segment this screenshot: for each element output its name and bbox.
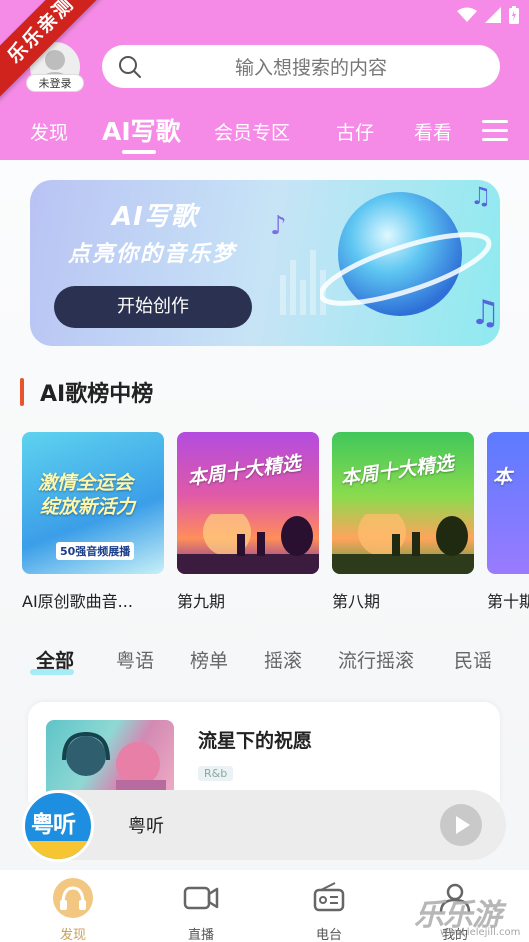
song-title: 流星下的祝愿 [198, 730, 313, 752]
tab-vip-zone[interactable]: 会员专区 [214, 118, 290, 145]
video-camera-icon [183, 886, 219, 910]
banner-subtitle: 点亮你的音乐梦 [68, 242, 237, 267]
nav-discover[interactable]: 发现 [38, 878, 108, 942]
player-logo[interactable]: 粤听 [22, 790, 94, 862]
banner-title: AI写歌 [112, 202, 198, 232]
cover-headline: 本周十大精选 [339, 452, 456, 490]
rank-card-cover: 激情全运会 绽放新活力 50强音频展播 [22, 432, 164, 574]
rank-card-list: 激情全运会 绽放新活力 50强音频展播 AI原创歌曲音... 本周十大精选 第九… [0, 432, 529, 622]
search-input[interactable]: 输入想搜索的内容 [102, 45, 500, 88]
svg-text:♫: ♫ [470, 184, 492, 210]
active-tab-indicator [122, 150, 156, 154]
genre-tab-all[interactable]: 全部 [36, 646, 74, 673]
section-accent-bar [20, 378, 24, 406]
mini-player[interactable]: 粤听 [22, 790, 506, 860]
wifi-icon [457, 7, 477, 22]
nav-label: 直播 [187, 928, 214, 942]
tab-watch[interactable]: 看看 [414, 118, 452, 145]
play-icon [456, 816, 470, 834]
cover-headline: 本周十大精选 [186, 452, 303, 490]
rank-card-name: 第八期 [332, 592, 381, 611]
rank-card[interactable]: 激情全运会 绽放新活力 50强音频展播 AI原创歌曲音... [22, 432, 164, 612]
radio-icon [313, 882, 345, 912]
menu-icon[interactable] [482, 118, 508, 142]
login-status-label: 未登录 [26, 74, 84, 92]
signal-icon [485, 7, 501, 23]
band-silhouette-icon [177, 514, 319, 574]
app-header: 未登录 输入想搜索的内容 发现 AI写歌 会员专区 古仔 看看 [0, 0, 529, 160]
genre-tabs: 全部 粤语 榜单 摇滚 流行摇滚 民谣 [0, 640, 529, 680]
tab-guzai[interactable]: 古仔 [336, 118, 374, 145]
cover-subline: 50强音频展播 [56, 542, 135, 560]
search-icon [119, 56, 141, 78]
nav-label: 电台 [315, 928, 342, 942]
rank-card-cover: 本 [487, 432, 529, 574]
genre-tab-cantonese[interactable]: 粤语 [116, 646, 154, 673]
song-card[interactable]: 流星下的祝愿 R&b [28, 702, 500, 802]
rank-section-title: AI歌榜中榜 [40, 382, 154, 407]
rank-card-name: 第十期 [487, 592, 529, 611]
genre-tab-charts[interactable]: 榜单 [190, 646, 228, 673]
band-silhouette-icon [332, 514, 474, 574]
rank-card[interactable]: 本周十大精选 第八期 [332, 432, 474, 612]
cover-headline-2: 绽放新活力 [40, 496, 136, 518]
start-creating-button[interactable]: 开始创作 [54, 286, 252, 328]
headphone-icon [60, 886, 86, 910]
top-tabs: 发现 AI写歌 会员专区 古仔 看看 [0, 110, 529, 156]
nav-radio[interactable]: 电台 [294, 878, 364, 942]
main-content: AI写歌 点亮你的音乐梦 开始创作 ♫ ♫ ♪ AI歌榜中榜 激情全运会 绽放新… [0, 160, 529, 802]
tab-ai-songwriting[interactable]: AI写歌 [102, 112, 181, 148]
nav-label: 发现 [59, 928, 86, 942]
genre-tab-folk[interactable]: 民谣 [454, 646, 492, 673]
rank-card-name: 第九期 [177, 592, 226, 611]
cover-headline: 激情全运会 [38, 472, 134, 494]
nav-live[interactable]: 直播 [166, 878, 236, 942]
genre-tab-rock[interactable]: 摇滚 [264, 646, 302, 673]
rank-card-cover: 本周十大精选 [332, 432, 474, 574]
music-note-icon: ♪ [270, 211, 287, 240]
rank-card-name: AI原创歌曲音... [22, 592, 133, 611]
svg-text:♪: ♪ [270, 211, 287, 240]
tab-discover[interactable]: 发现 [30, 118, 68, 145]
rank-card[interactable]: 本周十大精选 第九期 [177, 432, 319, 612]
svg-text:♫: ♫ [470, 293, 500, 333]
song-genre-tag: R&b [198, 766, 234, 781]
play-button[interactable] [440, 804, 482, 846]
ai-songwriting-banner[interactable]: AI写歌 点亮你的音乐梦 开始创作 ♫ ♫ ♪ [30, 180, 500, 346]
battery-icon [509, 6, 519, 24]
planet-icon: ♫ ♫ [320, 184, 500, 333]
rank-card[interactable]: 本 第十期 [487, 432, 529, 612]
player-logo-text: 粤听 [31, 812, 76, 838]
search-placeholder: 输入想搜索的内容 [234, 57, 387, 79]
rank-card-cover: 本周十大精选 [177, 432, 319, 574]
cover-headline: 本 [493, 466, 513, 488]
status-bar [457, 6, 519, 24]
watermark-url: www.lelejill.com [440, 927, 521, 938]
player-station-name: 粤听 [128, 816, 164, 837]
genre-tab-pop-rock[interactable]: 流行摇滚 [338, 646, 414, 673]
